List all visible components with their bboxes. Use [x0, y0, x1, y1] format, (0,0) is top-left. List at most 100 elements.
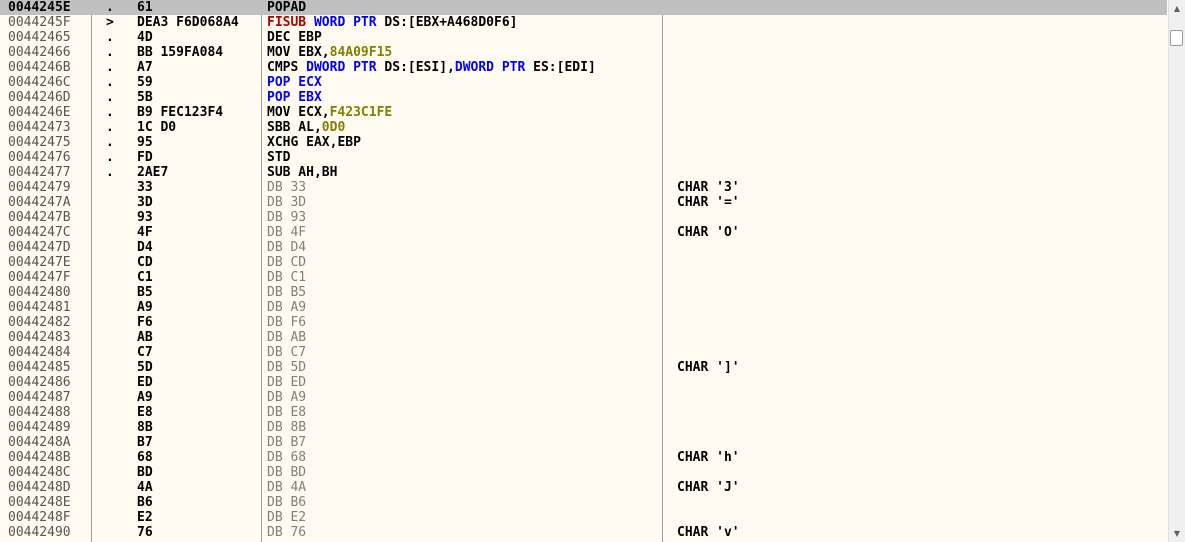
row-disassembly: POP EBX: [267, 90, 661, 105]
row-address: 0044247C: [8, 225, 71, 240]
disassembly-row[interactable]: 00442466. BB 159FA084 MOV EBX,84A09F15: [0, 45, 1167, 60]
row-address: 0044245E: [8, 0, 71, 15]
disassembly-token: DB 33: [267, 180, 307, 195]
disassembly-token: MOV EBX,: [267, 45, 330, 60]
disassembly-row[interactable]: 0044248F E2 DB E2: [0, 510, 1167, 525]
row-hex-dump: 1C D0: [137, 120, 177, 135]
disassembly-row[interactable]: 0044247C 4F DB 4F CHAR 'O': [0, 225, 1167, 240]
row-address: 0044248E: [8, 495, 71, 510]
row-disassembly: DB 33: [267, 180, 661, 195]
row-disassembly: SBB AL,0D0: [267, 120, 661, 135]
row-address: 00442486: [8, 375, 71, 390]
scrollbar-thumb[interactable]: [1170, 30, 1183, 46]
disassembly-row[interactable]: 00442473. 1C D0 SBB AL,0D0: [0, 120, 1167, 135]
disassembly-row[interactable]: 0044246D. 5B POP EBX: [0, 90, 1167, 105]
row-address: 0044247F: [8, 270, 71, 285]
disassembly-row[interactable]: 0044247D D4 DB D4: [0, 240, 1167, 255]
row-hex-dump: 76: [137, 525, 153, 540]
disassembly-row[interactable]: 00442480 B5 DB B5: [0, 285, 1167, 300]
disassembly-row[interactable]: 0044247F C1 DB C1: [0, 270, 1167, 285]
disassembly-row[interactable]: 00442490 76 DB 76 CHAR 'v': [0, 525, 1167, 540]
disassembly-row[interactable]: 00442486 ED DB ED: [0, 375, 1167, 390]
row-address: 0044246E: [8, 105, 71, 120]
disassembly-row[interactable]: 0044245F > DEA3 F6D068A4 FISUB WORD PTR DS:…: [0, 15, 1167, 30]
disassembly-row[interactable]: 00442476. FD STD: [0, 150, 1167, 165]
disassembly-row[interactable]: 00442487 A9 DB A9: [0, 390, 1167, 405]
disassembly-row[interactable]: 0044246C. 59 POP ECX: [0, 75, 1167, 90]
row-disassembly: SUB AH,BH: [267, 165, 661, 180]
disassembly-row[interactable]: 00442475. 95 XCHG EAX,EBP: [0, 135, 1167, 150]
row-address: 00442482: [8, 315, 71, 330]
disassembly-row[interactable]: 0044246B. A7 CMPS DWORD PTR DS:[ESI],DWORD…: [0, 60, 1167, 75]
disassembly-row[interactable]: 00442477. 2AE7 SUB AH,BH: [0, 165, 1167, 180]
row-address: 00442476: [8, 150, 71, 165]
disassembly-row[interactable]: 0044248E B6 DB B6: [0, 495, 1167, 510]
row-disassembly: DB C7: [267, 345, 661, 360]
row-address: 00442466: [8, 45, 71, 60]
row-address: 00442465: [8, 30, 71, 45]
disassembly-token: DB 4A: [267, 480, 307, 495]
row-hex-dump: BD: [137, 465, 153, 480]
disassembly-row[interactable]: 0044247B 93 DB 93: [0, 210, 1167, 225]
disassembly-rows: 0044245E. 61 POPAD 0044245F > DEA3 F6D068A4 FI…: [0, 0, 1167, 540]
row-jump-marker: .: [106, 60, 114, 75]
row-hex-dump: FD: [137, 150, 153, 165]
row-address: 0044246D: [8, 90, 71, 105]
row-hex-dump: 3D: [137, 195, 153, 210]
row-disassembly: DB C1: [267, 270, 661, 285]
disassembly-row[interactable]: 00442465. 4D DEC EBP: [0, 30, 1167, 45]
disassembly-row[interactable]: 0044248C BD DB BD: [0, 465, 1167, 480]
row-hex-dump: 4F: [137, 225, 153, 240]
disassembly-row[interactable]: 0044245E. 61 POPAD: [0, 0, 1167, 15]
row-address: 00442488: [8, 405, 71, 420]
row-disassembly: DB 5D: [267, 360, 661, 375]
disassembly-row[interactable]: 0044248B 68 DB 68 CHAR 'h': [0, 450, 1167, 465]
disassembly-row[interactable]: 0044246E. B9 FEC123F4 MOV ECX,F423C1FE: [0, 105, 1167, 120]
vertical-scrollbar[interactable]: ▲ ▼: [1168, 0, 1185, 542]
row-address: 00442479: [8, 180, 71, 195]
row-disassembly: DB F6: [267, 315, 661, 330]
disassembly-token: DB 76: [267, 525, 307, 540]
row-disassembly: STD: [267, 150, 661, 165]
row-address: 00442487: [8, 390, 71, 405]
row-disassembly: DB CD: [267, 255, 661, 270]
row-hex-dump: B5: [137, 285, 153, 300]
disassembly-token: CMPS: [267, 60, 307, 75]
row-address: 0044247B: [8, 210, 71, 225]
disassembly-pane[interactable]: 0044245E. 61 POPAD 0044245F > DEA3 F6D068A4 FI…: [0, 0, 1185, 542]
row-comment: CHAR 'O': [677, 225, 740, 240]
row-disassembly: DB 4F: [267, 225, 661, 240]
disassembly-token: DB C1: [267, 270, 307, 285]
disassembly-row[interactable]: 00442488 E8 DB E8: [0, 405, 1167, 420]
row-hex-dump: CD: [137, 255, 153, 270]
row-disassembly: DB BD: [267, 465, 661, 480]
disassembly-row[interactable]: 0044248A B7 DB B7: [0, 435, 1167, 450]
disassembly-row[interactable]: 00442483 AB DB AB: [0, 330, 1167, 345]
row-jump-marker: .: [106, 75, 114, 90]
disassembly-row[interactable]: 00442489 8B DB 8B: [0, 420, 1167, 435]
disassembly-token: SUB AH,BH: [267, 165, 338, 180]
disassembly-row[interactable]: 0044247A 3D DB 3D CHAR '=': [0, 195, 1167, 210]
row-disassembly: DB ED: [267, 375, 661, 390]
row-disassembly: DB 3D: [267, 195, 661, 210]
row-hex-dump: 4D: [137, 30, 153, 45]
row-address: 00442489: [8, 420, 71, 435]
row-disassembly: DB 4A: [267, 480, 661, 495]
disassembly-token: DB E8: [267, 405, 307, 420]
row-disassembly: DB E2: [267, 510, 661, 525]
disassembly-row[interactable]: 00442485 5D DB 5D CHAR ']': [0, 360, 1167, 375]
disassembly-token: DB F6: [267, 315, 307, 330]
triangle-down-icon[interactable]: ▼: [1169, 525, 1185, 542]
row-comment: CHAR '=': [677, 195, 740, 210]
disassembly-token: DB B5: [267, 285, 307, 300]
row-comment: CHAR 'v': [677, 525, 740, 540]
disassembly-row[interactable]: 00442479 33 DB 33 CHAR '3': [0, 180, 1167, 195]
row-disassembly: DB B6: [267, 495, 661, 510]
disassembly-token: 0D0: [321, 120, 346, 135]
triangle-up-icon[interactable]: ▲: [1169, 0, 1185, 17]
disassembly-row[interactable]: 00442481 A9 DB A9: [0, 300, 1167, 315]
disassembly-row[interactable]: 00442482 F6 DB F6: [0, 315, 1167, 330]
disassembly-row[interactable]: 0044248D 4A DB 4A CHAR 'J': [0, 480, 1167, 495]
disassembly-row[interactable]: 0044247E CD DB CD: [0, 255, 1167, 270]
disassembly-row[interactable]: 00442484 C7 DB C7: [0, 345, 1167, 360]
